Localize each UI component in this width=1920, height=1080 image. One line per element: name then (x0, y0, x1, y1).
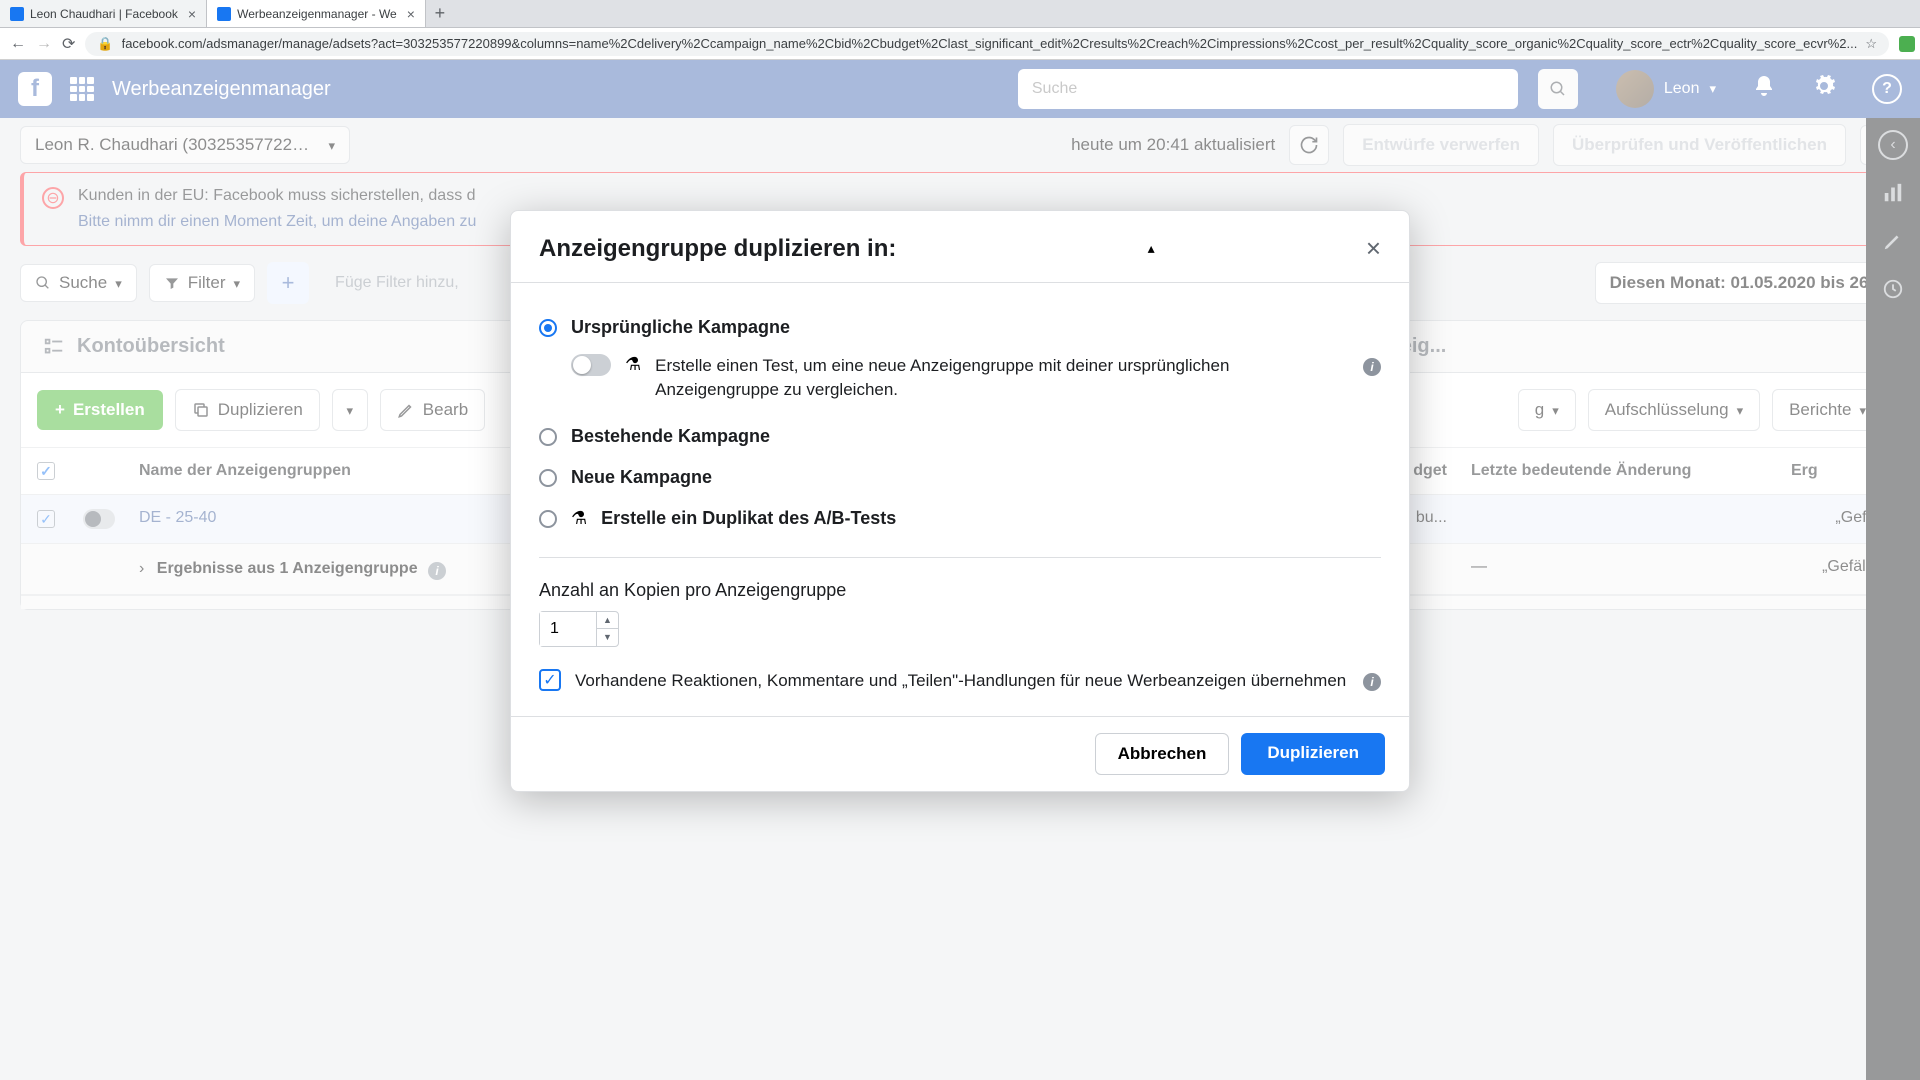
stepper-up[interactable]: ▲ (597, 612, 618, 630)
radio-label: Neue Kampagne (571, 467, 712, 488)
modal-title: Anzeigengruppe duplizieren in: (539, 235, 896, 263)
address-bar[interactable]: 🔒 facebook.com/adsmanager/manage/adsets?… (85, 32, 1889, 56)
radio-abtest-duplicate[interactable]: ⚗ Erstelle ein Duplikat des A/B-Tests (539, 498, 1381, 539)
extension-icons: ⋮ (1899, 34, 1920, 54)
radio-input[interactable] (539, 510, 557, 528)
cancel-button[interactable]: Abbrechen (1095, 733, 1230, 775)
info-icon[interactable]: i (1363, 358, 1381, 376)
radio-label: Ursprüngliche Kampagne (571, 317, 790, 338)
back-button[interactable]: ← (10, 35, 26, 53)
test-toggle-row: ⚗ Erstelle einen Test, um eine neue Anze… (571, 348, 1381, 416)
tab-title: Leon Chaudhari | Facebook (30, 7, 178, 21)
checkbox-label: Vorhandene Reaktionen, Kommentare und „T… (575, 669, 1349, 693)
divider (539, 557, 1381, 558)
modal-footer: Abbrechen Duplizieren (511, 716, 1409, 791)
radio-input[interactable] (539, 428, 557, 446)
close-icon[interactable]: × (407, 6, 415, 22)
browser-tab-2[interactable]: Werbeanzeigenmanager - We × (207, 0, 426, 27)
modal-header: Anzeigengruppe duplizieren in: ▴ × (511, 211, 1409, 283)
radio-input[interactable] (539, 469, 557, 487)
reload-button[interactable]: ⟳ (62, 34, 75, 54)
radio-input[interactable] (539, 319, 557, 337)
app-content: f Werbeanzeigenmanager Suche Leon ? Leon… (0, 60, 1920, 1080)
copies-input[interactable] (540, 612, 596, 646)
url-text: facebook.com/adsmanager/manage/adsets?ac… (122, 36, 1858, 51)
test-toggle[interactable] (571, 354, 611, 376)
browser-tab-1[interactable]: Leon Chaudhari | Facebook × (0, 0, 207, 27)
facebook-favicon (217, 7, 231, 21)
radio-label: Bestehende Kampagne (571, 426, 770, 447)
new-tab-button[interactable]: + (426, 0, 454, 27)
forward-button[interactable]: → (36, 35, 52, 53)
flask-icon: ⚗ (625, 354, 641, 375)
test-description: Erstelle einen Test, um eine neue Anzeig… (655, 354, 1349, 402)
extension-icon[interactable] (1899, 36, 1915, 52)
tab-title: Werbeanzeigenmanager - We (237, 7, 397, 21)
radio-new-campaign[interactable]: Neue Kampagne (539, 457, 1381, 498)
star-icon[interactable]: ☆ (1865, 36, 1877, 52)
browser-tab-strip: Leon Chaudhari | Facebook × Werbeanzeige… (0, 0, 1920, 28)
radio-label: Erstelle ein Duplikat des A/B-Tests (601, 508, 896, 529)
cursor: ▴ (1148, 240, 1155, 257)
info-icon[interactable]: i (1363, 673, 1381, 691)
modal-body: Ursprüngliche Kampagne ⚗ Erstelle einen … (511, 283, 1409, 716)
browser-toolbar: ← → ⟳ 🔒 facebook.com/adsmanager/manage/a… (0, 28, 1920, 60)
flask-icon: ⚗ (571, 508, 587, 529)
copies-spinner[interactable]: ▲ ▼ (539, 611, 619, 647)
copies-label: Anzahl an Kopien pro Anzeigengruppe (539, 580, 1381, 601)
duplicate-modal: Anzeigengruppe duplizieren in: ▴ × Urspr… (510, 210, 1410, 792)
modal-overlay: Anzeigengruppe duplizieren in: ▴ × Urspr… (0, 60, 1920, 1080)
checkbox[interactable]: ✓ (539, 669, 561, 691)
facebook-favicon (10, 7, 24, 21)
close-icon[interactable]: × (188, 6, 196, 22)
radio-original-campaign[interactable]: Ursprüngliche Kampagne (539, 307, 1381, 348)
radio-existing-campaign[interactable]: Bestehende Kampagne (539, 416, 1381, 457)
lock-icon: 🔒 (97, 36, 113, 52)
keep-reactions-row[interactable]: ✓ Vorhandene Reaktionen, Kommentare und … (539, 669, 1381, 693)
duplicate-button[interactable]: Duplizieren (1241, 733, 1385, 775)
stepper-down[interactable]: ▼ (597, 629, 618, 646)
close-icon[interactable]: × (1366, 233, 1381, 264)
